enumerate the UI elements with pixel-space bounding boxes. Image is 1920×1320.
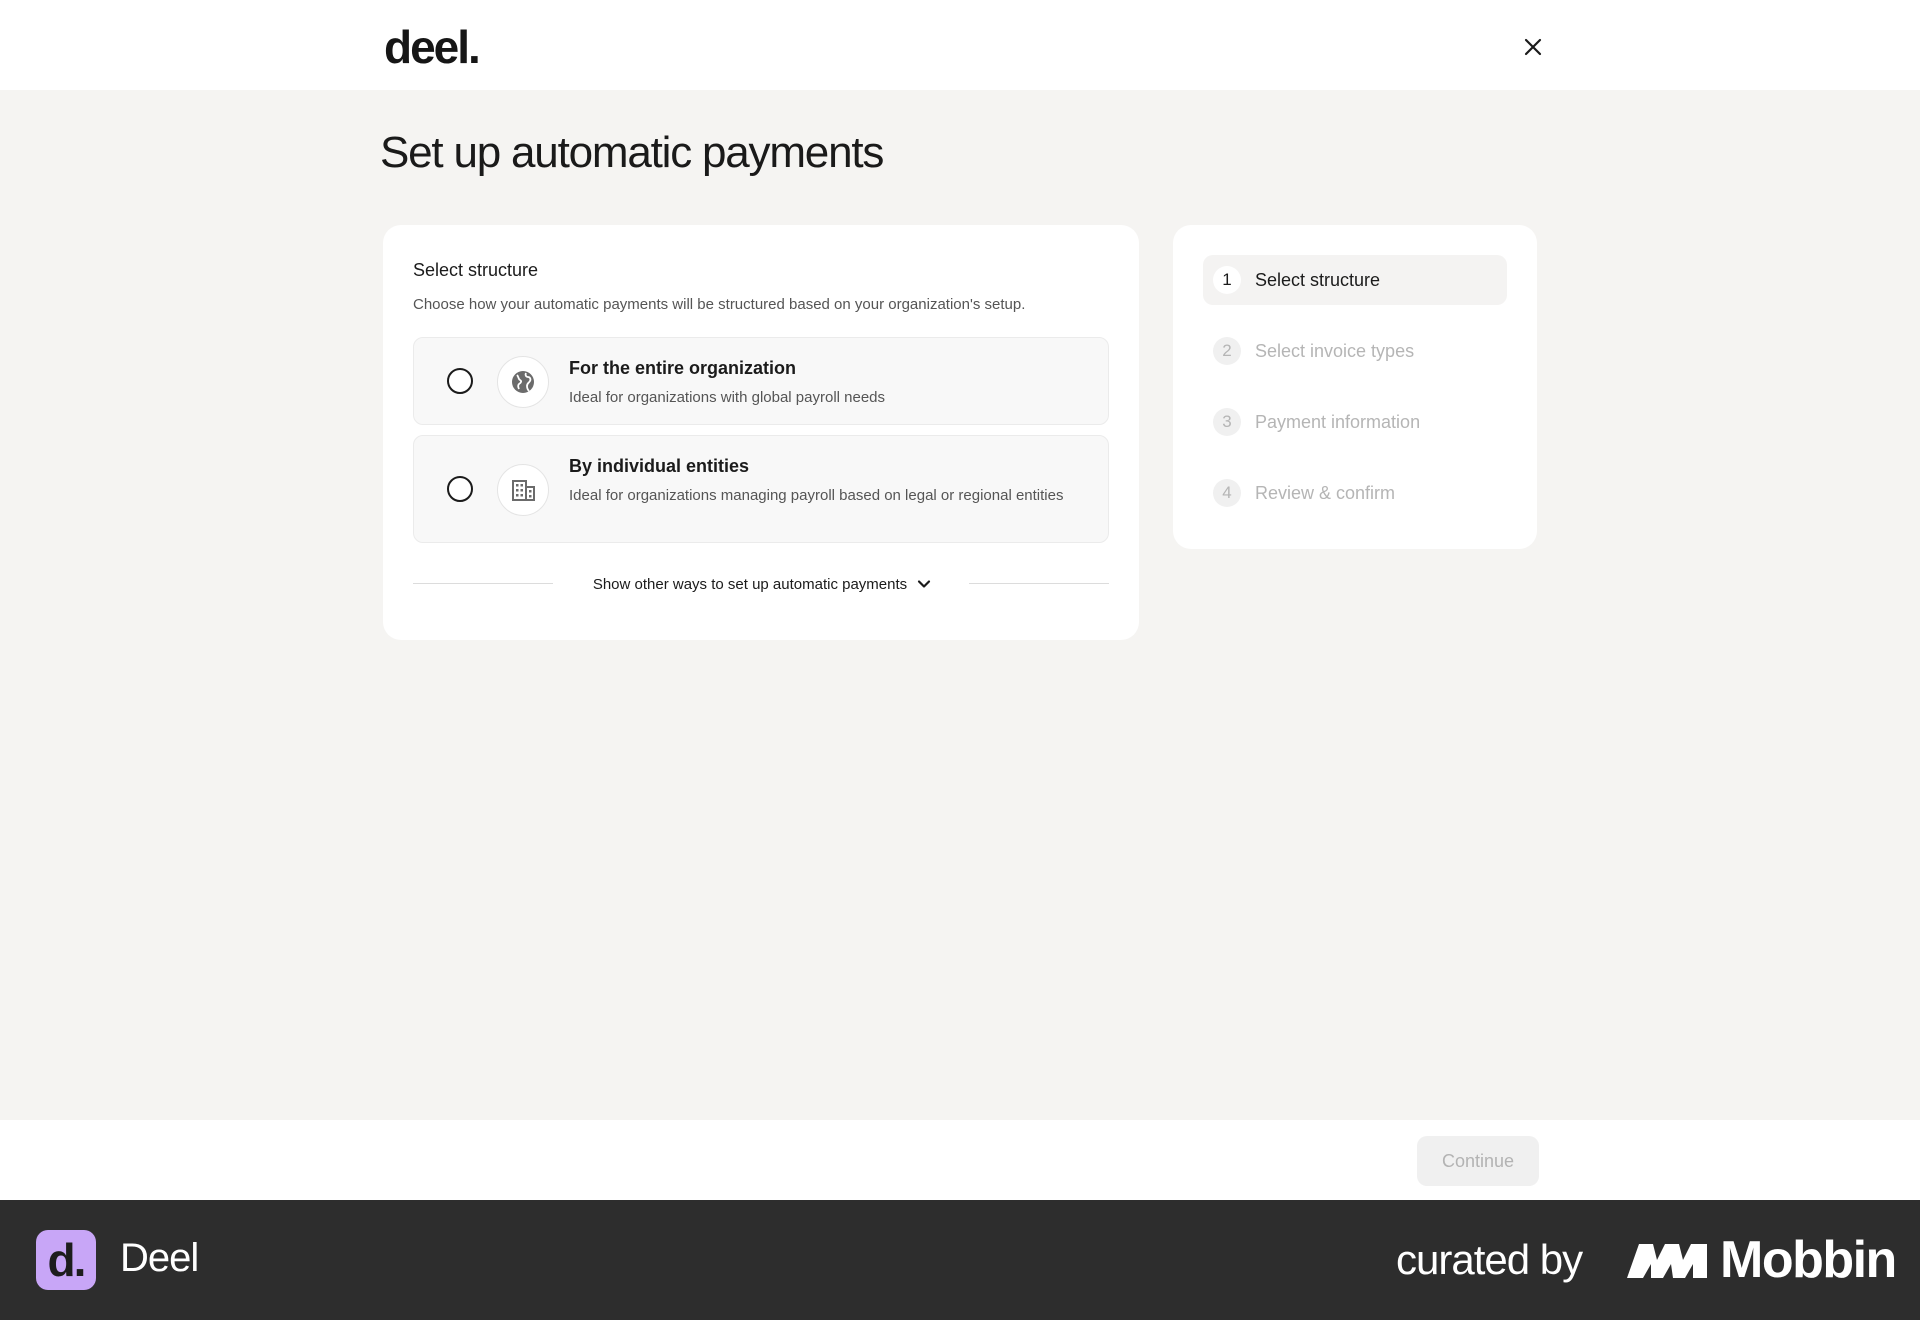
structure-description: Choose how your automatic payments will …	[413, 296, 1026, 313]
divider	[413, 583, 553, 584]
chevron-down-icon	[918, 580, 931, 588]
more-options-row: Show other ways to set up automatic paym…	[413, 569, 1109, 599]
page-title: Set up automatic payments	[380, 128, 884, 177]
structure-card: Select structure Choose how your automat…	[383, 225, 1139, 640]
footer-bar: Continue	[0, 1120, 1920, 1200]
curated-by-label: curated by	[1396, 1236, 1583, 1283]
option-title: By individual entities	[569, 456, 750, 476]
close-icon	[1524, 38, 1542, 56]
step-review-confirm: 4 Review & confirm	[1203, 468, 1507, 518]
option-individual-entities[interactable]: By individual entities Ideal for organiz…	[413, 435, 1109, 543]
show-more-button[interactable]: Show other ways to set up automatic paym…	[573, 569, 953, 599]
app-icon: d.	[36, 1230, 96, 1290]
show-more-label: Show other ways to set up automatic paym…	[592, 575, 908, 593]
radio-entire-organization[interactable]	[447, 368, 473, 394]
step-label: Review & confirm	[1255, 482, 1396, 503]
step-number: 3	[1213, 408, 1241, 436]
step-label: Select invoice types	[1255, 340, 1415, 361]
top-bar: deel.	[0, 0, 1920, 90]
step-number: 1	[1213, 266, 1241, 294]
option-entire-organization[interactable]: For the entire organization Ideal for or…	[413, 337, 1109, 425]
structure-title: Select structure	[413, 260, 539, 280]
step-label: Payment information	[1255, 411, 1421, 432]
step-number: 2	[1213, 337, 1241, 365]
app-name: Deel	[120, 1236, 199, 1280]
divider	[969, 583, 1109, 584]
option-description: Ideal for organizations with global payr…	[569, 389, 886, 406]
steps-card: 1 Select structure 2 Select invoice type…	[1173, 225, 1537, 549]
mobbin-logo-icon	[1627, 1244, 1707, 1278]
step-select-structure[interactable]: 1 Select structure	[1203, 255, 1507, 305]
attribution-bar: d. Deel curated by Mobbin	[0, 1200, 1920, 1320]
option-description: Ideal for organizations managing payroll…	[569, 487, 1064, 504]
continue-button[interactable]: Continue	[1417, 1136, 1539, 1186]
option-title: For the entire organization	[569, 358, 797, 378]
step-label: Select structure	[1255, 269, 1381, 290]
deel-logo[interactable]: deel.	[384, 20, 481, 74]
building-icon	[497, 464, 549, 516]
mobbin-wordmark: Mobbin	[1720, 1231, 1897, 1289]
step-select-invoice-types: 2 Select invoice types	[1203, 326, 1507, 376]
step-number: 4	[1213, 479, 1241, 507]
close-button[interactable]	[1516, 30, 1550, 64]
radio-individual-entities[interactable]	[447, 476, 473, 502]
globe-icon	[497, 356, 549, 408]
step-payment-information: 3 Payment information	[1203, 397, 1507, 447]
